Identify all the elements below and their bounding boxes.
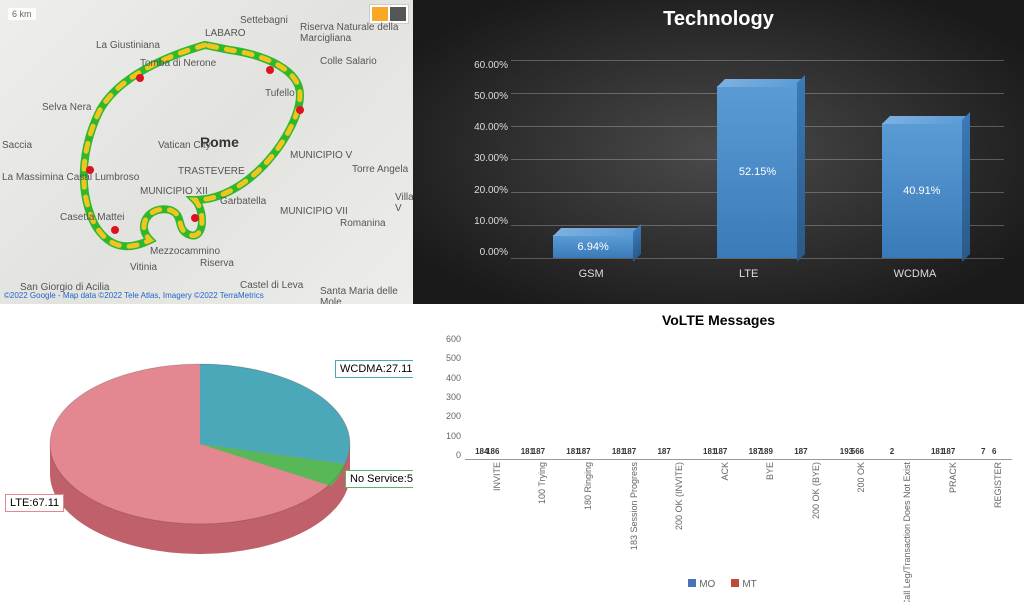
- tech-title: Technology: [413, 0, 1024, 31]
- volte-x-axis: INVITE 100 Trying 180 Ringing 183 Session P…: [465, 462, 1012, 572]
- volte-xtick: 100 Trying: [537, 462, 547, 504]
- tech-ytick: 50.00%: [453, 91, 508, 102]
- volte-title: VoLTE Messages: [413, 304, 1024, 328]
- pie-chart: WCDMA:27.11 No Service:5.79 LTE:67.11: [0, 304, 413, 602]
- map-scale: 6 km: [8, 8, 36, 20]
- volte-chart: VoLTE Messages 6005004003002001000 18418…: [413, 304, 1024, 602]
- volte-bar-value: 566: [851, 447, 864, 456]
- volte-bar-value: 6: [992, 447, 996, 456]
- tech-xtick: LTE: [739, 262, 758, 288]
- volte-bar-value: 186: [486, 447, 499, 456]
- tech-ytick: 0.00%: [453, 247, 508, 258]
- volte-xtick: 200 OK (BYE): [811, 462, 821, 519]
- map-attribution: ©2022 Google - Map data ©2022 Tele Atlas…: [4, 291, 264, 300]
- map-place-label: Vatican City: [158, 140, 211, 151]
- legend-mt: MT: [742, 579, 756, 590]
- tech-plot-area: 6.94% 52.15% 40.91%: [511, 60, 1004, 258]
- volte-ytick: 600: [433, 334, 461, 344]
- map-place-label: Mezzocammino: [150, 246, 220, 257]
- volte-xtick: 200 OK: [856, 462, 866, 493]
- map-place-label: La Massimina Casal Lumbroso: [2, 172, 139, 183]
- volte-ytick: 200: [433, 411, 461, 421]
- volte-ytick: 400: [433, 373, 461, 383]
- volte-xtick: ACK: [720, 462, 730, 481]
- volte-xtick: 183 Session Progress: [629, 462, 639, 550]
- map-place-label: Selva Nera: [42, 102, 91, 113]
- volte-xtick: BYE: [765, 462, 775, 480]
- tech-ytick: 20.00%: [453, 185, 508, 196]
- volte-legend: MO MT: [433, 579, 1012, 590]
- pie-label-noservice: No Service:5.79: [345, 470, 413, 488]
- map-panel: 6 km Rome La GiustinianaTomba di NeroneS…: [0, 0, 413, 304]
- volte-bar-value: 187: [532, 447, 545, 456]
- volte-y-axis: 600 500 400 300 200 100 0: [433, 334, 461, 460]
- volte-plot-area: 1841861811871811871811871871811871871891…: [465, 334, 1012, 460]
- volte-bar-value: 187: [942, 447, 955, 456]
- legend-mo: MO: [699, 579, 715, 590]
- map-satellite-icon[interactable]: [390, 7, 406, 21]
- tech-ytick: 60.00%: [453, 60, 508, 71]
- volte-bar-value: 187: [714, 447, 727, 456]
- map-place-label: Santa Maria delle Mole: [320, 286, 413, 304]
- volte-bar-value: 187: [657, 447, 670, 456]
- tech-xtick: GSM: [579, 262, 604, 288]
- map-place-label: Casetta Mattei: [60, 212, 124, 223]
- volte-bar-value: 187: [794, 447, 807, 456]
- volte-ytick: 300: [433, 392, 461, 402]
- volte-xtick: 200 OK (INVITE): [674, 462, 684, 530]
- tech-xtick: WCDMA: [894, 262, 937, 288]
- map-place-label: Romanina: [340, 218, 386, 229]
- map-place-label: La Giustiniana: [96, 40, 160, 51]
- tech-bar-value: 52.15%: [739, 166, 776, 178]
- volte-ytick: 0: [433, 450, 461, 460]
- volte-xtick: INVITE: [492, 462, 502, 491]
- map-place-label: Vitinia: [130, 262, 157, 273]
- tech-ytick: 10.00%: [453, 216, 508, 227]
- map-place-label: Saccia: [2, 140, 32, 151]
- volte-ytick: 500: [433, 353, 461, 363]
- tech-ytick: 30.00%: [453, 153, 508, 164]
- map-place-label: Castel di Leva: [240, 280, 303, 291]
- map-place-label: Tufello: [265, 88, 295, 99]
- tech-x-axis: GSM LTE WCDMA: [511, 262, 1004, 288]
- tech-y-axis: 60.00% 50.00% 40.00% 30.00% 20.00% 10.00% 0.00…: [453, 60, 508, 258]
- tech-bar-value: 6.94%: [578, 241, 609, 253]
- volte-ytick: 100: [433, 431, 461, 441]
- map-place-label: MUNICIPIO VII: [280, 206, 348, 217]
- volte-bar-value: 7: [981, 447, 985, 456]
- map-place-label: Colle Salario: [320, 56, 377, 67]
- tech-bar-value: 40.91%: [903, 185, 940, 197]
- volte-bar-value: 187: [623, 447, 636, 456]
- pie-label-wcdma: WCDMA:27.11: [335, 360, 413, 378]
- pie-svg: [35, 324, 365, 584]
- volte-bar-value: 2: [890, 447, 894, 456]
- volte-xtick: PRACK: [948, 462, 958, 493]
- map-place-label: Tomba di Nerone: [140, 58, 216, 69]
- tech-bar: 40.91%: [882, 123, 962, 258]
- map-place-label: MUNICIPIO XII: [140, 186, 208, 197]
- map-place-label: MUNICIPIO V: [290, 150, 352, 161]
- map-place-label: Torre Angela: [352, 164, 408, 175]
- pie-label-lte: LTE:67.11: [5, 494, 64, 512]
- technology-chart: Technology 60.00% 50.00% 40.00% 30.00% 20.00…: [413, 0, 1024, 304]
- map-place-label: Villa V: [395, 192, 413, 214]
- map-layer-icon[interactable]: [372, 7, 388, 21]
- map-place-label: Riserva: [200, 258, 234, 269]
- map-place-label: TRASTEVERE: [178, 166, 245, 177]
- map-place-label: Garbatella: [220, 196, 266, 207]
- volte-xtick: 180 Ringing: [583, 462, 593, 510]
- volte-bar-value: 187: [577, 447, 590, 456]
- volte-xtick: REGISTER: [993, 462, 1003, 508]
- map-place-label: LABARO: [205, 28, 246, 39]
- tech-ytick: 40.00%: [453, 122, 508, 133]
- tech-bar: 52.15%: [717, 86, 797, 258]
- tech-bar: 6.94%: [553, 235, 633, 258]
- map-place-label: Riserva Naturale della Marcigliana: [300, 22, 413, 44]
- volte-bar-value: 189: [760, 447, 773, 456]
- map-toolbar: [369, 4, 409, 24]
- map-place-label: Settebagni: [240, 15, 288, 26]
